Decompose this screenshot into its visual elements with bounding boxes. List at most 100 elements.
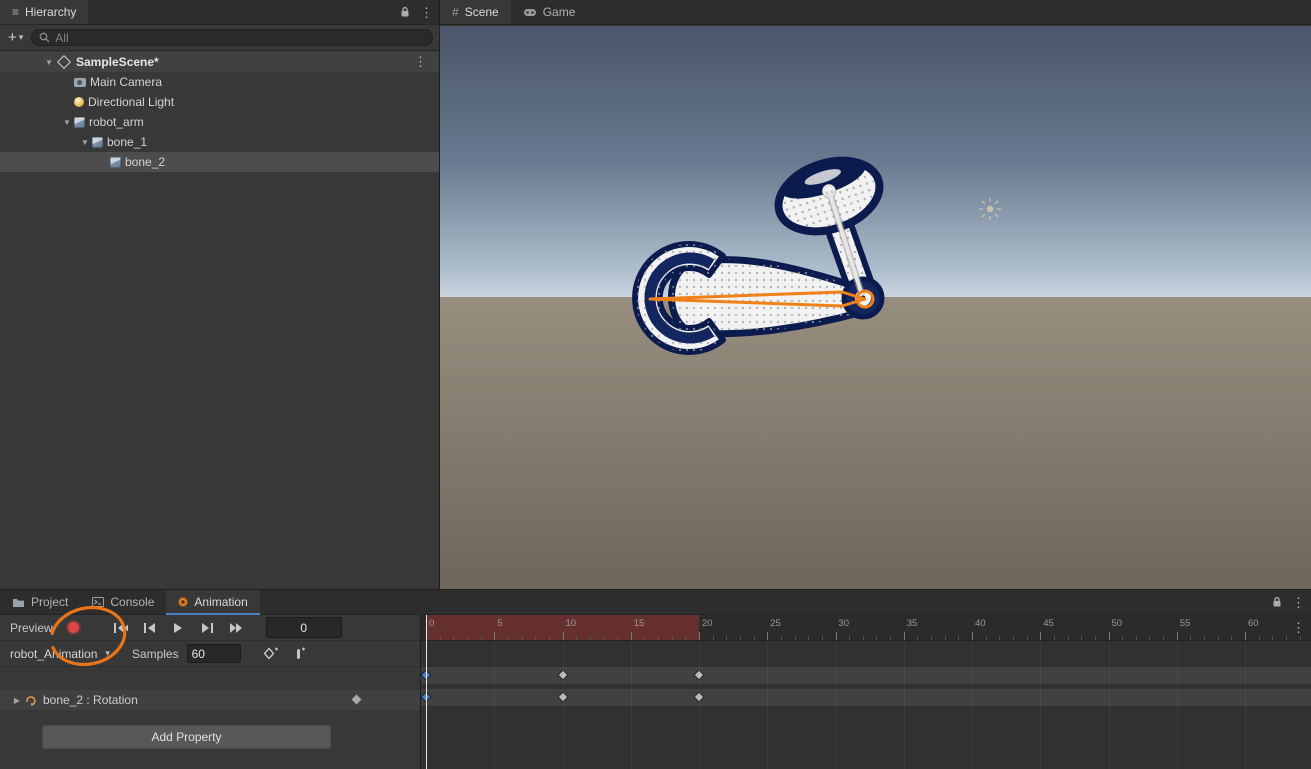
tab-project[interactable]: Project [0, 590, 80, 614]
rotation-property-icon [24, 694, 37, 707]
plus-icon: + [8, 30, 17, 45]
go-to-start-button[interactable] [107, 618, 134, 638]
hierarchy-item-main-camera[interactable]: Main Camera [0, 72, 439, 92]
bottom-tabbar: Project Console Animation ⋮ [0, 590, 1311, 615]
ruler-tick [1272, 636, 1273, 640]
hierarchy-search-input[interactable]: All [31, 29, 433, 46]
ruler-tick [481, 636, 482, 640]
tab-label: Animation [194, 595, 247, 609]
ruler-tick [494, 632, 495, 640]
ruler-label: 50 [1112, 618, 1123, 629]
ruler-tick [713, 636, 714, 640]
samples-input[interactable] [187, 644, 241, 663]
create-menu-button[interactable]: + ▾ [6, 30, 25, 45]
tab-label: Scene [465, 5, 499, 19]
ruler-tick [1259, 636, 1260, 640]
ruler-tick [1218, 636, 1219, 640]
scene-viewport[interactable] [440, 26, 1311, 589]
ruler-label: 15 [634, 618, 645, 629]
ruler-label: 25 [770, 618, 781, 629]
ruler-label: 0 [429, 618, 434, 629]
play-icon [173, 623, 183, 633]
tab-hierarchy[interactable]: ≡ Hierarchy [0, 0, 88, 24]
dopesheet-gridline [494, 641, 495, 769]
tab-label: Hierarchy [25, 5, 76, 19]
ruler-tick [890, 636, 891, 640]
lock-icon[interactable] [400, 6, 410, 18]
menu-kebab-icon[interactable]: ⋮ [1292, 596, 1305, 609]
animation-clip-dropdown[interactable]: robot_Animation ▾ [4, 647, 116, 661]
ruler-tick [917, 636, 918, 640]
tab-console[interactable]: Console [80, 590, 166, 614]
hierarchy-icon: ≡ [12, 5, 19, 19]
foldout-arrow-icon[interactable]: ▼ [60, 118, 74, 127]
chevron-down-icon: ▾ [19, 33, 24, 42]
dopesheet-gridline [631, 641, 632, 769]
ruler-tick [999, 636, 1000, 640]
ruler-tick [1149, 636, 1150, 640]
ruler-tick [781, 636, 782, 640]
ruler-tick [822, 636, 823, 640]
dopesheet-gridline [904, 641, 905, 769]
ruler-tick [1027, 636, 1028, 640]
hierarchy-item-directional-light[interactable]: Directional Light [0, 92, 439, 112]
ruler-tick [1109, 632, 1110, 640]
timeline-ruler[interactable]: ⋮ 051015202530354045505560 [421, 615, 1311, 641]
first-frame-icon [113, 623, 128, 633]
hierarchy-tabbar: ≡ Hierarchy ⋮ [0, 0, 439, 25]
ruler-tick [1177, 632, 1178, 640]
hierarchy-item-bone-2[interactable]: bone_2 [0, 152, 439, 172]
hierarchy-item-label: Directional Light [88, 95, 174, 109]
dopesheet[interactable] [421, 641, 1311, 769]
hierarchy-item-label: bone_1 [107, 135, 147, 149]
lock-icon[interactable] [1272, 596, 1282, 608]
foldout-arrow-icon[interactable]: ▼ [78, 138, 92, 147]
tab-game[interactable]: Game [511, 0, 588, 24]
menu-kebab-icon[interactable]: ⋮ [420, 6, 433, 19]
hierarchy-item-bone-1[interactable]: ▼ bone_1 [0, 132, 439, 152]
ruler-tick [1095, 636, 1096, 640]
ruler-tick [685, 636, 686, 640]
ruler-tick [795, 636, 796, 640]
menu-kebab-icon[interactable]: ⋮ [1292, 620, 1305, 636]
ruler-tick [535, 636, 536, 640]
scene-name: SampleScene* [76, 55, 159, 69]
scene-grid-icon: # [452, 5, 459, 19]
scene-gizmos-overlay [440, 26, 1311, 564]
add-event-button[interactable] [286, 644, 313, 664]
add-property-button[interactable]: Add Property [42, 725, 331, 749]
tab-animation[interactable]: Animation [166, 590, 259, 614]
tab-scene[interactable]: # Scene [440, 0, 511, 24]
camera-icon [74, 78, 86, 87]
previous-keyframe-button[interactable] [136, 618, 163, 638]
timeline-area: ⋮ 051015202530354045505560 [420, 615, 1311, 769]
hierarchy-item-robot-arm[interactable]: ▼robot_arm [0, 112, 439, 132]
ruler-tick [904, 632, 905, 640]
menu-kebab-icon[interactable]: ⋮ [414, 54, 427, 70]
next-keyframe-button[interactable] [194, 618, 221, 638]
clip-row: robot_Animation ▾ Samples [0, 641, 420, 667]
keyframe-toggle-diamond[interactable] [352, 695, 362, 705]
frame-input[interactable] [266, 617, 342, 638]
foldout-arrow-icon[interactable]: ▼ [42, 58, 56, 67]
go-to-end-button[interactable] [223, 618, 250, 638]
ruler-label: 10 [566, 618, 577, 629]
foldout-arrow-icon[interactable]: ▶ [10, 696, 24, 705]
play-button[interactable] [165, 618, 192, 638]
ruler-tick [1286, 636, 1287, 640]
record-button[interactable] [61, 618, 87, 638]
ruler-tick [522, 636, 523, 640]
light-gizmo[interactable] [979, 198, 1001, 220]
ruler-tick [945, 636, 946, 640]
preview-button[interactable]: Preview [4, 619, 59, 637]
gamepad-icon [523, 8, 537, 17]
ruler-label: 5 [497, 618, 502, 629]
property-row-bone2-rotation[interactable]: ▶ bone_2 : Rotation [0, 690, 420, 710]
scene-header-row[interactable]: ▼ SampleScene* ⋮ [0, 52, 439, 72]
dopesheet-gridline [699, 641, 700, 769]
hierarchy-item-label: bone_2 [125, 155, 165, 169]
add-keyframe-button[interactable] [257, 644, 284, 664]
dopesheet-gridline [563, 641, 564, 769]
ruler-label: 60 [1248, 618, 1259, 629]
playhead[interactable] [426, 615, 427, 769]
